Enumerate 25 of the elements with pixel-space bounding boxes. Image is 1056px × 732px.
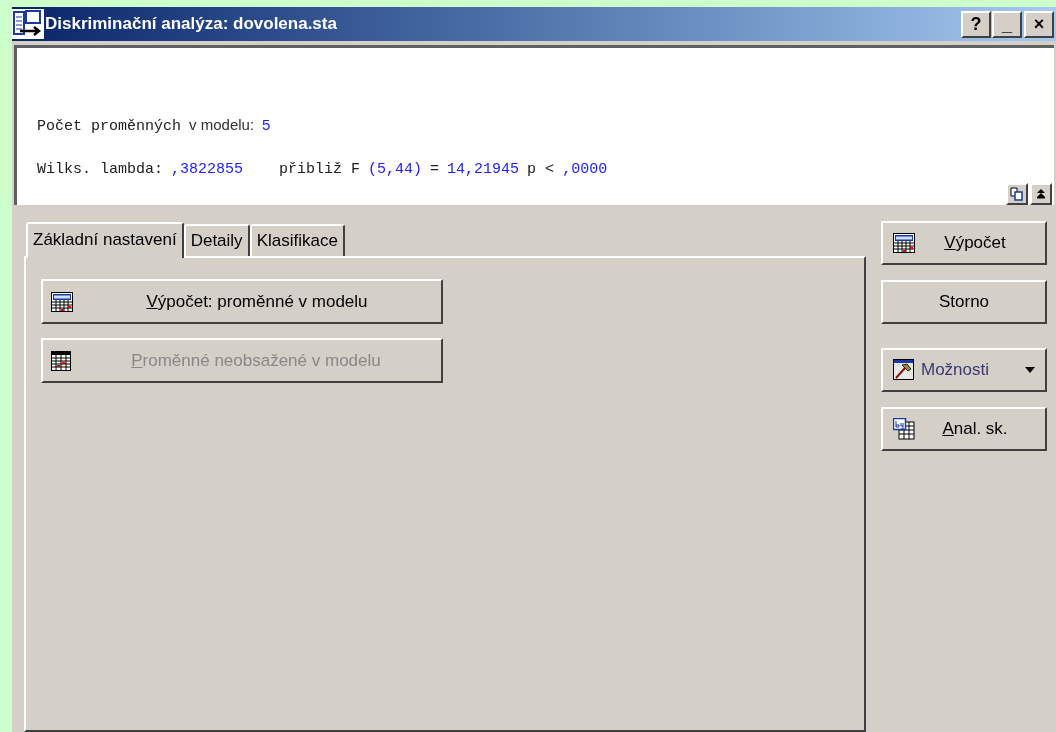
hammer-icon <box>893 359 915 381</box>
double-up-arrow-icon <box>1036 189 1046 199</box>
grid-icon <box>51 350 71 371</box>
tab[interactable]: Základní nastavení <box>26 222 184 258</box>
tab[interactable]: Detaily <box>183 224 250 256</box>
copy-icon <box>1010 187 1024 201</box>
action-button[interactable]: Výpočet: proměnné v modelu <box>41 279 443 324</box>
spreadsheet-icon <box>893 233 915 253</box>
minimize-button[interactable]: _ <box>992 10 1022 38</box>
result-line: Počet proměnných v modelu: 5 <box>37 115 271 137</box>
tab[interactable]: Klasifikace <box>249 224 345 256</box>
side-button[interactable]: Storno <box>881 280 1047 324</box>
dropdown-arrow-icon <box>1025 367 1035 373</box>
window-title: Diskriminační analýza: dovolena.sta <box>45 13 338 36</box>
result-line: Wilks. lambda: ,3822855 přibliž F (5,44) = 14,21945 p < ,0000 <box>37 159 608 180</box>
help-button[interactable]: ? <box>961 10 991 38</box>
app-icon <box>12 9 44 39</box>
side-button[interactable]: Anal. sk. <box>881 407 1047 451</box>
table-icon <box>893 418 915 440</box>
copy-button[interactable] <box>1006 183 1028 205</box>
side-button[interactable]: Výpočet <box>881 221 1047 265</box>
expand-button[interactable] <box>1030 183 1052 205</box>
close-button[interactable]: × <box>1024 10 1054 38</box>
side-button[interactable]: Možnosti <box>881 348 1047 392</box>
spreadsheet-icon <box>51 291 73 312</box>
